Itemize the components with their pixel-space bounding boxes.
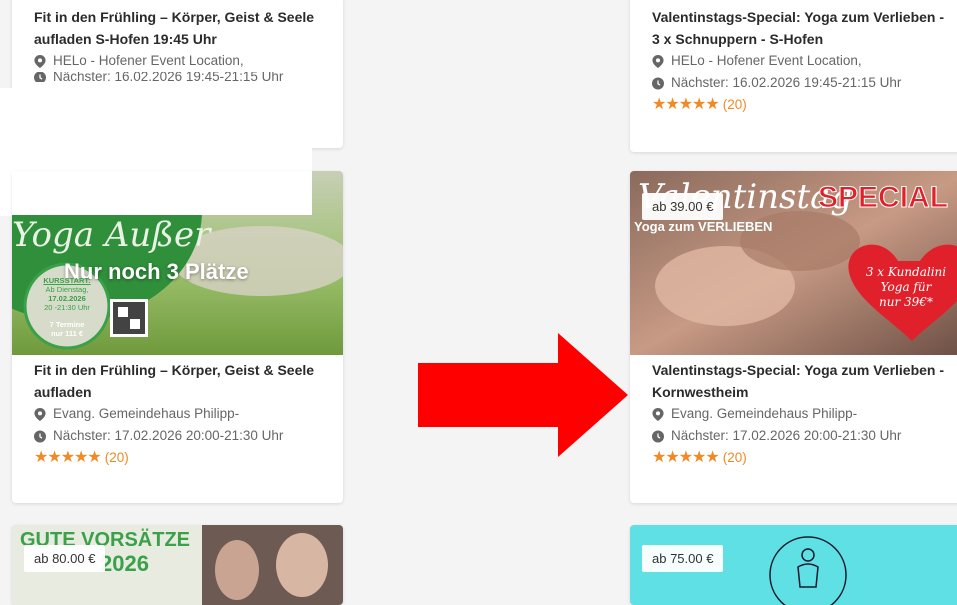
heart-text: 3 x Kundalini Yoga für nur 39€* [856, 265, 956, 310]
next-date-text: Nächster: 16.02.2026 19:45-21:15 Uhr [671, 75, 902, 90]
event-card-bottom-left[interactable]: GUTE VORSÄTZE 2026 ab 80.00 € [12, 525, 343, 605]
rating: ★★★★★ (20) [652, 447, 948, 469]
event-card-mid-left[interactable]: Yoga Außer Nur noch 3 Plätze KURSSTART: … [12, 171, 343, 503]
event-next-date: Nächster: 17.02.2026 20:00-21:30 Uhr [652, 425, 948, 447]
heart-line-2: Yoga für [880, 280, 932, 294]
rating: ★★★★★ (20) [652, 94, 948, 116]
next-date-text: Nächster: 17.02.2026 20:00-21:30 Uhr [53, 428, 284, 443]
occluding-overlay [12, 171, 312, 215]
kursstart-weekday: Ab Dienstag, [45, 285, 89, 294]
clock-icon [652, 430, 664, 442]
location-pin-icon [652, 54, 664, 68]
rating-count: (20) [722, 450, 747, 465]
event-title[interactable]: Valentinstags-Special: Yoga zum Verliebe… [652, 359, 948, 403]
star-rating-icon: ★★★★★ [652, 449, 720, 466]
rating-count: (20) [104, 450, 129, 465]
event-next-date: Nächster: 16.02.2026 19:45-21:15 Uhr [652, 72, 948, 94]
heart-line-3: nur 39€* [879, 295, 933, 309]
star-rating-icon: ★★★★★ [34, 449, 102, 466]
kursstart-time: 20 -21:30 Uhr [44, 303, 90, 312]
event-title[interactable]: Valentinstags-Special: Yoga zum Verliebe… [652, 6, 948, 50]
location-text: HELo - Hofener Event Location, [53, 53, 244, 68]
event-next-date: Nächster: 17.02.2026 20:00-21:30 Uhr [34, 425, 321, 447]
clock-icon [34, 72, 46, 82]
kursstart-label: KURSSTART: [43, 276, 91, 285]
event-image[interactable]: Valentinstag SPECIAL Yoga zum VERLIEBEN … [630, 171, 957, 355]
rating-count: (20) [722, 97, 747, 112]
location-pin-icon [34, 54, 46, 68]
heart-line-1: 3 x Kundalini [865, 265, 947, 279]
clock-icon [652, 77, 664, 89]
event-location: HELo - Hofener Event Location, [652, 50, 948, 72]
price-badge: ab 80.00 € [24, 545, 106, 572]
image-special-text: SPECIAL [817, 181, 949, 215]
image-script-text: Yoga Außer [12, 215, 211, 255]
location-text: HELo - Hofener Event Location, [671, 53, 862, 68]
event-image[interactable]: GUTE VORSÄTZE 2026 ab 80.00 € [12, 525, 343, 605]
location-text: Evang. Gemeindehaus Philipp- [671, 406, 858, 421]
event-title[interactable]: Fit in den Frühling – Körper, Geist & Se… [34, 6, 321, 50]
kursstart-termine: 7 Termine [49, 320, 85, 329]
event-card-bottom-right[interactable]: ab 75.00 € [630, 525, 957, 605]
kursstart-badge: KURSSTART: Ab Dienstag, 17.02.2026 20 -2… [30, 276, 104, 338]
event-card-top-right[interactable]: Valentinstags-Special: Yoga zum Verliebe… [630, 0, 957, 152]
event-location: Evang. Gemeindehaus Philipp- [34, 403, 321, 425]
rating: ★★★★★ (20) [34, 447, 321, 469]
image-sub-text: Yoga zum VERLIEBEN [634, 219, 773, 234]
price-badge: ab 75.00 € [642, 545, 724, 572]
next-date-text: Nächster: 16.02.2026 19:45-21:15 Uhr [53, 72, 284, 82]
clock-icon [34, 430, 46, 442]
event-image[interactable]: ab 75.00 € [630, 525, 957, 605]
location-pin-icon [34, 407, 46, 421]
location-text: Evang. Gemeindehaus Philipp- [53, 406, 240, 421]
kursstart-price: nur 111 € [50, 329, 84, 338]
event-location: Evang. Gemeindehaus Philipp- [652, 403, 948, 425]
image-text-line-2: 2026 [100, 551, 149, 576]
location-pin-icon [652, 407, 664, 421]
price-badge: ab 39.00 € [642, 193, 724, 220]
event-location: HELo - Hofener Event Location, [34, 50, 321, 72]
event-card-mid-right[interactable]: Valentinstag SPECIAL Yoga zum VERLIEBEN … [630, 171, 957, 503]
event-next-date: Nächster: 16.02.2026 19:45-21:15 Uhr [34, 72, 321, 82]
kursstart-date: 17.02.2026 [48, 294, 86, 303]
red-arrow-icon [418, 333, 628, 457]
event-title[interactable]: Fit in den Frühling – Körper, Geist & Se… [34, 359, 321, 403]
next-date-text: Nächster: 17.02.2026 20:00-21:30 Uhr [671, 428, 902, 443]
star-rating-icon: ★★★★★ [652, 96, 720, 113]
